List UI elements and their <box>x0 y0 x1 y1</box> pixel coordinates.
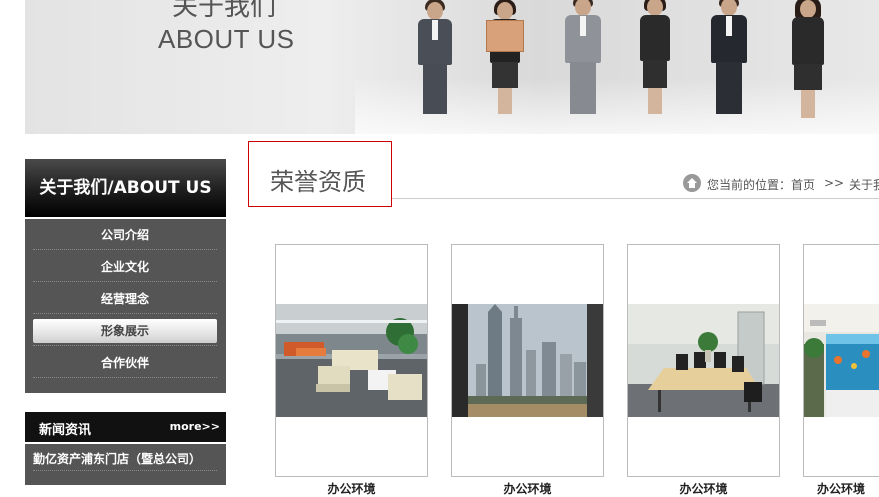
home-icon <box>683 174 701 192</box>
sidebar-menu: 公司介绍 企业文化 经营理念 形象展示 合作伙伴 <box>25 219 226 393</box>
person-figure <box>785 0 831 118</box>
banner-title-en: ABOUT US <box>158 24 295 54</box>
sidebar-header: 关于我们/ABOUT US <box>25 159 226 217</box>
breadcrumb-current-link[interactable]: 关于我 <box>849 176 879 193</box>
news-list: 勤亿资产浦东门店（暨总公司） <box>25 444 226 485</box>
news-title: 新闻资讯 <box>39 423 92 438</box>
gallery-card[interactable] <box>627 244 780 477</box>
sidebar-item-culture[interactable]: 企业文化 <box>33 255 217 279</box>
person-figure <box>635 0 675 114</box>
card-caption[interactable]: 办公环境 <box>451 480 604 497</box>
divider <box>33 249 217 250</box>
about-banner: 关于我们 ABOUT US <box>25 0 879 134</box>
person-figure <box>415 0 455 114</box>
gallery-card[interactable] <box>451 244 604 477</box>
news-item[interactable]: 勤亿资产浦东门店（暨总公司） <box>33 450 201 467</box>
gallery-card[interactable] <box>275 244 428 477</box>
divider <box>33 345 217 346</box>
city-skyline-photo[interactable] <box>452 304 603 417</box>
divider <box>33 313 217 314</box>
breadcrumb-label: 您当前的位置： <box>707 178 792 192</box>
person-figure <box>707 0 751 114</box>
sidebar-item-company-intro[interactable]: 公司介绍 <box>33 223 217 247</box>
aquarium-lobby-photo[interactable] <box>804 304 879 417</box>
card-caption[interactable]: 办公环境 <box>627 480 780 497</box>
card-caption[interactable]: 办公环境 <box>803 480 879 497</box>
banner-title-zh: 关于我们 <box>172 0 277 22</box>
sidebar-item-partners[interactable]: 合作伙伴 <box>33 351 217 375</box>
news-more-link[interactable]: more>> <box>170 420 220 433</box>
divider <box>33 281 217 282</box>
divider <box>33 470 217 471</box>
page-title: 荣誉资质 <box>270 168 366 196</box>
news-header: 新闻资讯 more>> <box>25 412 226 442</box>
breadcrumb-home-link[interactable]: 首页 <box>791 176 815 193</box>
person-figure <box>483 0 527 114</box>
gallery-card[interactable] <box>803 244 879 477</box>
office-lounge-photo[interactable] <box>276 304 427 417</box>
meeting-room-photo[interactable] <box>628 304 779 417</box>
page-title-box: 荣誉资质 <box>248 141 392 207</box>
person-figure <box>561 0 605 114</box>
sidebar-item-philosophy[interactable]: 经营理念 <box>33 287 217 311</box>
breadcrumb-separator: >> <box>824 176 845 190</box>
divider <box>33 377 217 378</box>
title-divider <box>392 198 879 199</box>
card-caption[interactable]: 办公环境 <box>275 480 428 497</box>
sidebar-item-image-display[interactable]: 形象展示 <box>33 319 217 343</box>
